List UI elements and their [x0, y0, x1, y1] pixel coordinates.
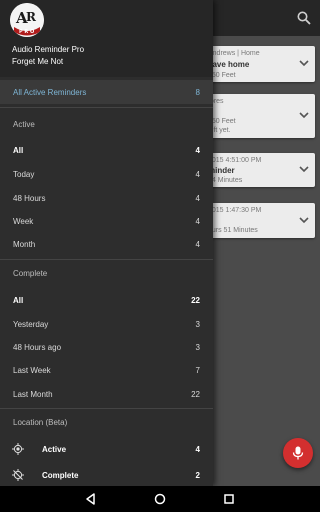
- item-count: 22: [191, 390, 200, 399]
- item-count: 4: [195, 146, 200, 155]
- app-logo: A R P R O: [10, 3, 44, 37]
- active-today-item[interactable]: Today 4: [0, 162, 213, 186]
- active-all-item[interactable]: All 4: [0, 138, 213, 162]
- complete-yesterday-item[interactable]: Yesterday 3: [0, 312, 213, 336]
- item-label: All: [13, 146, 24, 155]
- item-label: Complete: [42, 471, 79, 480]
- divider: [0, 107, 213, 108]
- gps-off-icon: [12, 469, 24, 481]
- card-meta: 2015 4:51:00 PM: [208, 157, 262, 164]
- item-label: Last Week: [13, 366, 51, 375]
- navigation-drawer: A R P R O Audio Reminder Pro Forget Me N…: [0, 0, 213, 486]
- item-label: Yesterday: [13, 320, 49, 329]
- system-navigation-bar: [0, 486, 320, 512]
- card-title: eave home: [208, 60, 250, 69]
- location-complete-item[interactable]: Complete 2: [0, 463, 213, 487]
- item-count: 2: [195, 471, 200, 480]
- active-48-hours-item[interactable]: 48 Hours 4: [0, 186, 213, 210]
- chevron-down-icon[interactable]: [299, 112, 309, 119]
- active-week-item[interactable]: Week 4: [0, 209, 213, 233]
- card-meta: Andrews | Home: [208, 50, 260, 57]
- item-count: 4: [195, 217, 200, 226]
- complete-last-week-item[interactable]: Last Week 7: [0, 358, 213, 382]
- item-count: 22: [191, 296, 200, 305]
- card-meta: 2015 1:47:30 PM: [208, 207, 262, 214]
- search-icon[interactable]: [296, 10, 312, 26]
- section-header-complete: Complete: [13, 269, 48, 278]
- item-label: Month: [13, 240, 36, 249]
- item-label: Week: [13, 217, 34, 226]
- item-label: All Active Reminders: [13, 88, 87, 97]
- chevron-down-icon[interactable]: [299, 216, 309, 224]
- card-detail: ours 51 Minutes: [208, 227, 258, 234]
- back-icon[interactable]: [84, 492, 98, 506]
- item-count: 7: [195, 366, 200, 375]
- item-count: 4: [195, 170, 200, 179]
- section-header-active: Active: [13, 120, 35, 129]
- svg-text:P R O: P R O: [19, 29, 34, 35]
- recents-icon[interactable]: [222, 492, 236, 506]
- item-label: 48 Hours: [13, 194, 46, 203]
- divider: [0, 259, 213, 260]
- all-active-reminders-item[interactable]: All Active Reminders 8: [0, 80, 213, 104]
- svg-text:R: R: [26, 10, 37, 24]
- active-month-item[interactable]: Month 4: [0, 232, 213, 256]
- app-subtitle: Forget Me Not: [12, 57, 64, 66]
- divider: [0, 408, 213, 409]
- drawer-header: A R P R O Audio Reminder Pro Forget Me N…: [0, 0, 213, 77]
- home-icon[interactable]: [153, 492, 167, 506]
- complete-last-month-item[interactable]: Last Month 22: [0, 382, 213, 406]
- item-label: All: [13, 296, 24, 305]
- location-active-item[interactable]: Active 4: [0, 437, 213, 461]
- complete-48-hours-ago-item[interactable]: 48 Hours ago 3: [0, 335, 213, 359]
- gps-fixed-icon: [12, 443, 24, 455]
- item-label: Today: [13, 170, 35, 179]
- item-label: Last Month: [13, 390, 53, 399]
- chevron-down-icon[interactable]: [299, 166, 309, 173]
- item-label: 48 Hours ago: [13, 343, 62, 352]
- item-count: 3: [195, 320, 200, 329]
- card-detail: 34 Minutes: [208, 177, 243, 184]
- item-count: 4: [195, 240, 200, 249]
- item-count: 3: [195, 343, 200, 352]
- item-label: Active: [42, 445, 67, 454]
- microphone-icon: [292, 446, 304, 460]
- chevron-down-icon[interactable]: [299, 60, 309, 67]
- item-count: 4: [195, 194, 200, 203]
- record-reminder-button[interactable]: [283, 438, 313, 468]
- section-header-location: Location (Beta): [13, 418, 68, 427]
- item-count: 4: [195, 445, 200, 454]
- item-count: 8: [195, 88, 200, 97]
- complete-all-item[interactable]: All 22: [0, 288, 213, 312]
- app-name: Audio Reminder Pro: [12, 45, 85, 54]
